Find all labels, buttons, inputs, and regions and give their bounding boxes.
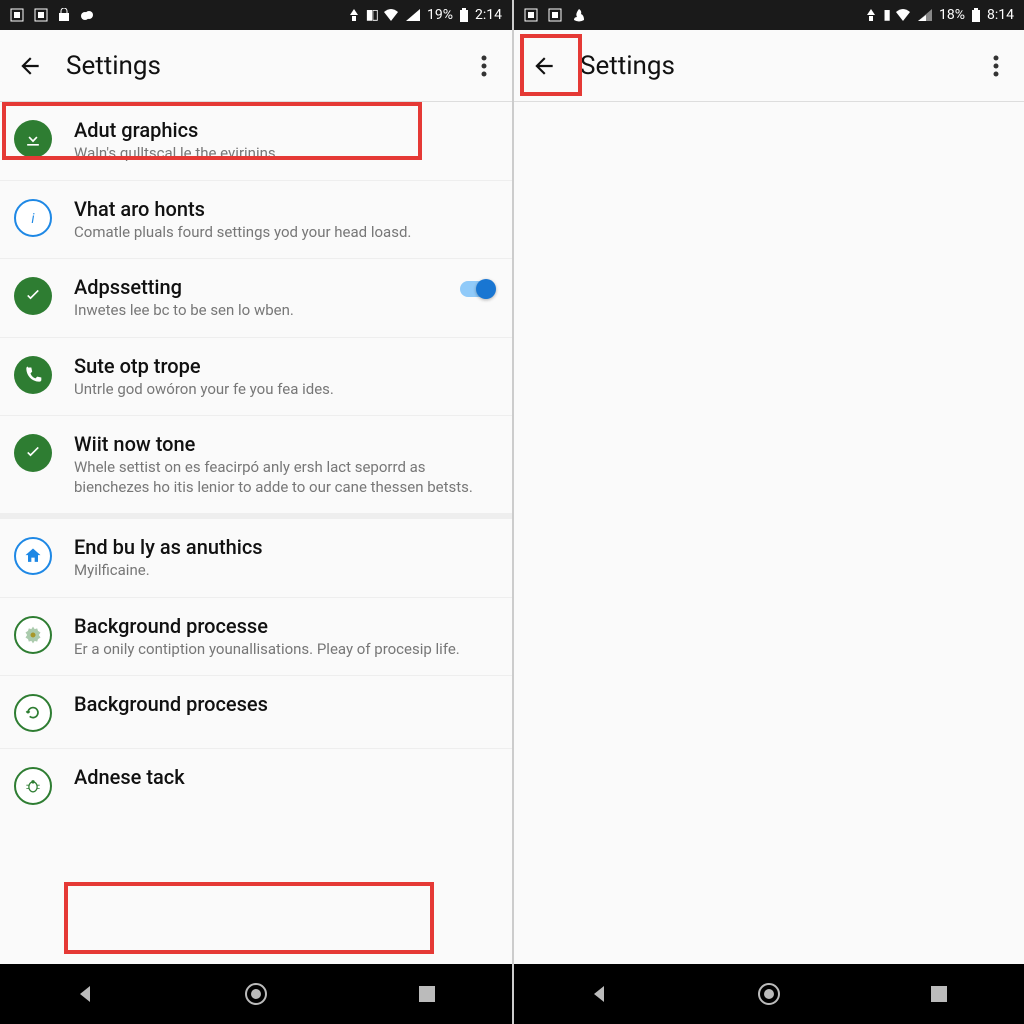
nav-back[interactable]: [65, 974, 105, 1014]
setting-item[interactable]: AdpssettingInwetes lee bc to be sen lo w…: [0, 258, 512, 337]
phone-left: ▮▯ 19% 2:14 Settings Adut graphicsWaln's…: [0, 0, 512, 1024]
signal-icon: [917, 8, 933, 22]
battery-icon: [971, 8, 981, 22]
back-button[interactable]: [14, 50, 46, 82]
setting-subtitle: Comatle pluals fourd settings yod your h…: [74, 223, 494, 243]
status-bar: ▮ 18% 8:14: [514, 0, 1024, 30]
setting-item[interactable]: End bu ly as anuthicsMyilficaine.: [0, 513, 512, 597]
setting-item[interactable]: i Vhat aro hontsComatle pluals fourd sett…: [0, 180, 512, 259]
nav-home[interactable]: [749, 974, 789, 1014]
setting-subtitle: Whele settist on es feacirpó anly ersh l…: [74, 458, 494, 497]
setting-title: Vhat aro honts: [74, 197, 494, 221]
nav-recent[interactable]: [407, 974, 447, 1014]
more-vert-icon: [481, 55, 487, 77]
nav-bar: [0, 964, 512, 1024]
overflow-menu[interactable]: [470, 52, 498, 80]
settings-list[interactable]: Adut graphicsWaln's qulltscal le the evi…: [0, 102, 512, 964]
check-icon: [14, 434, 52, 472]
info-icon: i: [14, 199, 52, 237]
app-bar: Settings: [514, 30, 1024, 102]
wifi-icon: [895, 8, 911, 22]
bug-icon: [14, 767, 52, 805]
setting-subtitle: Inwetes lee bc to be sen lo wben.: [74, 301, 460, 321]
back-button[interactable]: [528, 50, 560, 82]
signal-icon: [405, 8, 421, 22]
refresh-icon: [14, 694, 52, 732]
lock-icon: [58, 8, 70, 22]
nav-recent-icon: [930, 985, 948, 1003]
nav-back-icon: [75, 984, 95, 1004]
setting-title: Wiit now tone: [74, 432, 494, 456]
setting-subtitle: Er a onily contiption younallisations. P…: [74, 640, 494, 660]
status-bar: ▮▯ 19% 2:14: [0, 0, 512, 30]
notif-icon: [548, 8, 562, 22]
nav-home[interactable]: [236, 974, 276, 1014]
phone-icon: [14, 356, 52, 394]
notif-icon: [10, 8, 24, 22]
wifi-icon: [383, 8, 399, 22]
arrow-back-icon: [531, 53, 557, 79]
highlight-box-bottom: [64, 882, 434, 954]
status-time: 2:14: [475, 7, 502, 23]
setting-title: End bu ly as anuthics: [74, 535, 494, 559]
nav-home-icon: [244, 982, 268, 1006]
notif-icon: [34, 8, 48, 22]
download-icon: [14, 120, 52, 158]
notif-icon: [524, 8, 538, 22]
page-title: Settings: [580, 51, 675, 81]
battery-icon: [459, 8, 469, 22]
svg-text:i: i: [31, 212, 35, 227]
status-time: 8:14: [987, 7, 1014, 23]
setting-item[interactable]: Adnese tack: [0, 748, 512, 821]
flame-icon: [572, 8, 586, 22]
setting-title: Sute otp trope: [74, 354, 494, 378]
arrow-back-icon: [17, 53, 43, 79]
setting-item[interactable]: Wiit now toneWhele settist on es feacirp…: [0, 415, 512, 513]
more-vert-icon: [993, 55, 999, 77]
nav-home-icon: [757, 982, 781, 1006]
gear-icon: [14, 616, 52, 654]
nav-recent-icon: [418, 985, 436, 1003]
setting-item[interactable]: Background proceses: [0, 675, 512, 748]
cloud-icon: [80, 8, 94, 22]
settings-list-empty: [514, 102, 1024, 964]
setting-item[interactable]: Sute otp tropeUntrle god owóron your fe …: [0, 337, 512, 416]
bars-icon: ▮▯: [366, 7, 377, 23]
setting-title: Adpssetting: [74, 275, 460, 299]
setting-title: Background processe: [74, 614, 494, 638]
setting-subtitle: Myilficaine.: [74, 561, 494, 581]
check-icon: [14, 277, 52, 315]
setting-title: Background proceses: [74, 692, 494, 716]
setting-item[interactable]: Background processeEr a onily contiption…: [0, 597, 512, 676]
setting-subtitle: Waln's qulltscal le the evirinins: [74, 144, 494, 164]
nav-back-icon: [589, 984, 609, 1004]
phone-right: ▮ 18% 8:14 Settings: [512, 0, 1024, 1024]
battery-percent: 18%: [939, 7, 965, 23]
setting-subtitle: Untrle god owóron your fe you fea ides.: [74, 380, 494, 400]
overflow-menu[interactable]: [982, 52, 1010, 80]
nav-back[interactable]: [579, 974, 619, 1014]
cast-icon: [865, 8, 877, 22]
setting-title: Adut graphics: [74, 118, 494, 142]
app-bar: Settings: [0, 30, 512, 102]
toggle-switch[interactable]: [460, 281, 494, 297]
nav-bar: [514, 964, 1024, 1024]
bars-icon: ▮: [883, 7, 889, 23]
setting-title: Adnese tack: [74, 765, 494, 789]
page-title: Settings: [66, 51, 161, 81]
battery-percent: 19%: [427, 7, 453, 23]
setting-item[interactable]: Adut graphicsWaln's qulltscal le the evi…: [0, 102, 512, 180]
house-icon: [14, 537, 52, 575]
cast-icon: [348, 8, 360, 22]
nav-recent[interactable]: [919, 974, 959, 1014]
